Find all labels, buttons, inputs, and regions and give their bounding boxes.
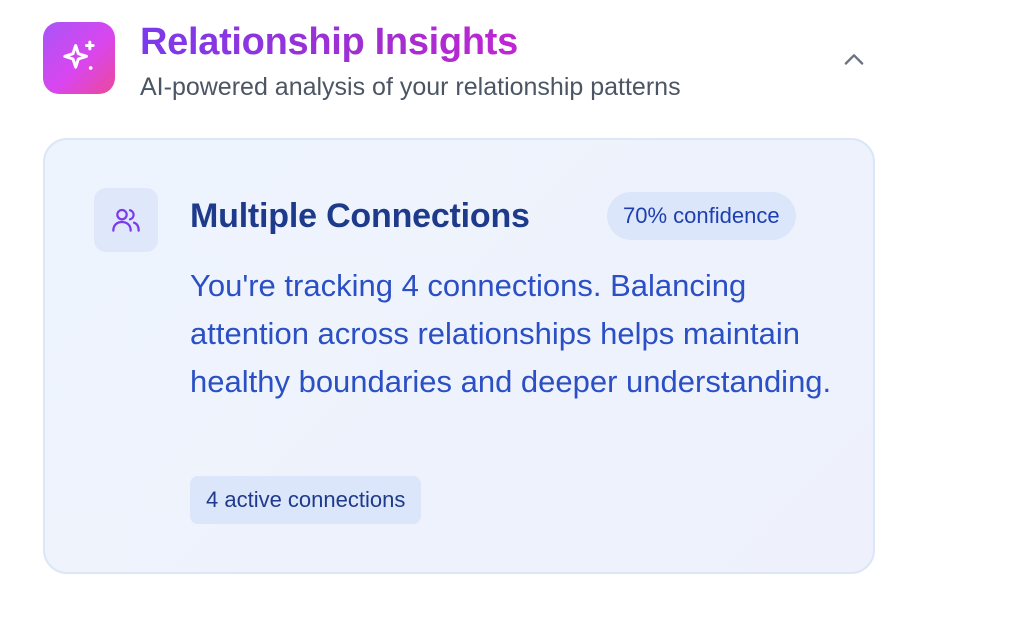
insights-header: Relationship Insights AI-powered analysi… [43,20,875,110]
page-title: Relationship Insights [140,21,518,63]
page-subtitle: AI-powered analysis of your relationship… [140,73,681,101]
insight-card: Multiple Connections 70% confidence You'… [43,138,875,574]
confidence-badge: 70% confidence [607,192,796,240]
collapse-button[interactable] [836,42,872,78]
chevron-up-icon [844,54,864,65]
insight-title: Multiple Connections [190,197,530,235]
insight-description: You're tracking 4 connections. Balancing… [190,268,832,399]
sparkles-icon [43,22,115,94]
connections-tag: 4 active connections [190,476,422,524]
users-icon [94,188,158,252]
